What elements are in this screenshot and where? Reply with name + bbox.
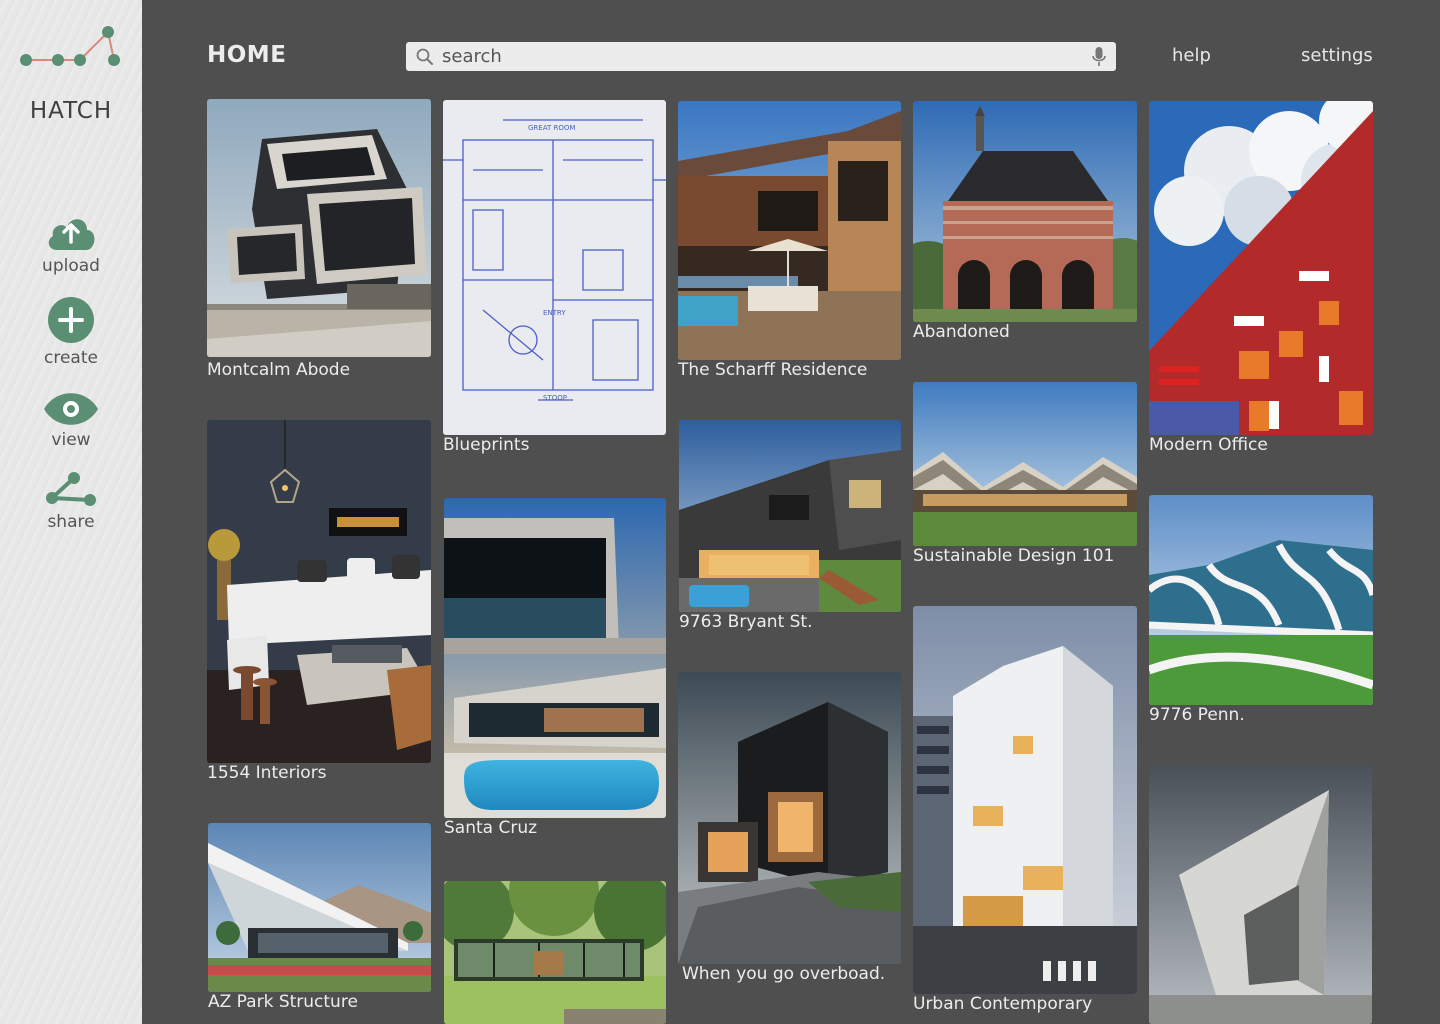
cloud-upload-icon [48, 219, 95, 250]
project-thumbnail [207, 99, 431, 357]
project-title: Urban Contemporary [913, 994, 1093, 1014]
project-thumbnail [913, 101, 1137, 322]
project-thumbnail [913, 606, 1137, 994]
nav-view[interactable]: view [0, 392, 142, 450]
project-title: Abandoned [913, 322, 1010, 342]
project-card[interactable]: Modern Office [1149, 101, 1373, 461]
project-title: AZ Park Structure [208, 992, 358, 1012]
help-link[interactable]: help [1172, 45, 1211, 66]
project-card[interactable]: GREAT ROOM ENTRY STOOP Blueprints [443, 100, 666, 465]
angular-pavilion-photo [1149, 765, 1372, 1024]
search-input[interactable] [442, 44, 1082, 69]
bryant-house-photo [679, 420, 901, 612]
park-structure-photo [208, 823, 431, 992]
svg-text:STOOP: STOOP [543, 394, 567, 402]
project-card[interactable] [444, 881, 666, 1024]
svg-text:ENTRY: ENTRY [543, 309, 566, 317]
svg-text:GREAT ROOM: GREAT ROOM [528, 124, 575, 132]
project-title: 9763 Bryant St. [679, 612, 813, 632]
living-room-photo [207, 420, 431, 763]
search-bar[interactable] [406, 42, 1116, 71]
project-thumbnail [444, 498, 666, 818]
project-card[interactable]: AZ Park Structure [208, 823, 431, 1023]
modern-office-photo [1149, 101, 1373, 435]
project-title: Sustainable Design 101 [913, 546, 1115, 566]
settings-link[interactable]: settings [1301, 45, 1373, 66]
microphone-icon[interactable] [1092, 46, 1106, 67]
scharff-residence-photo [678, 101, 901, 360]
project-title: 1554 Interiors [207, 763, 327, 783]
project-card[interactable]: Urban Contemporary [913, 606, 1137, 1021]
project-card[interactable]: Abandoned [913, 101, 1137, 351]
glass-house-photo [444, 881, 666, 1024]
project-title: 9776 Penn. [1149, 705, 1245, 725]
nav-upload-label: upload [42, 256, 100, 276]
project-title: Santa Cruz [444, 818, 538, 838]
project-card[interactable]: Montcalm Abode [207, 99, 431, 389]
abandoned-chapel-photo [913, 101, 1137, 322]
project-card[interactable]: The Scharff Residence [678, 101, 901, 391]
project-card[interactable]: 9763 Bryant St. [679, 420, 901, 640]
project-thumbnail [913, 382, 1137, 546]
project-thumbnail [207, 420, 431, 763]
project-card[interactable]: Sustainable Design 101 [913, 382, 1137, 577]
project-thumbnail [678, 672, 901, 964]
project-title: Montcalm Abode [207, 360, 351, 380]
blueprint-drawing: GREAT ROOM ENTRY STOOP [443, 100, 666, 435]
project-card[interactable] [1149, 765, 1372, 1024]
share-icon [46, 472, 96, 506]
modern-house-photo [207, 99, 431, 357]
app-name: HATCH [29, 98, 113, 124]
sustainable-design-photo [913, 382, 1137, 546]
page-title: HOME [207, 42, 287, 68]
nav-share[interactable]: share [0, 470, 142, 532]
nav-upload[interactable]: upload [0, 210, 142, 276]
hatch-logo-icon [20, 26, 120, 66]
santa-cruz-house-photo [444, 498, 666, 818]
project-title: Modern Office [1149, 435, 1268, 455]
plus-circle-icon [48, 297, 94, 343]
eye-icon [44, 393, 98, 425]
project-title: The Scharff Residence [678, 360, 868, 380]
nav-view-label: view [51, 430, 91, 450]
search-icon [416, 48, 433, 65]
project-thumbnail: GREAT ROOM ENTRY STOOP [443, 100, 666, 435]
project-title: When you go overboad. [682, 964, 886, 984]
project-thumbnail [1149, 101, 1373, 435]
project-thumbnail [1149, 765, 1372, 1024]
project-thumbnail [679, 420, 901, 612]
hatch-logo[interactable]: HATCH [0, 22, 142, 124]
project-thumbnail [678, 101, 901, 360]
project-thumbnail [208, 823, 431, 992]
sidebar: HATCH upload create view share [0, 0, 142, 1024]
nav-share-label: share [47, 512, 95, 532]
project-card[interactable]: When you go overboad. [678, 672, 901, 992]
project-thumbnail [444, 881, 666, 1024]
urban-contemporary-photo [913, 606, 1137, 994]
nav-create[interactable]: create [0, 296, 142, 368]
nav-create-label: create [44, 348, 98, 368]
project-card[interactable]: Santa Cruz [444, 498, 666, 843]
overboard-house-photo [678, 672, 901, 964]
project-card[interactable]: 1554 Interiors [207, 420, 431, 790]
project-title: Blueprints [443, 435, 530, 455]
penn-building-photo [1149, 495, 1373, 705]
project-card[interactable]: 9776 Penn. [1149, 495, 1373, 735]
project-thumbnail [1149, 495, 1373, 705]
